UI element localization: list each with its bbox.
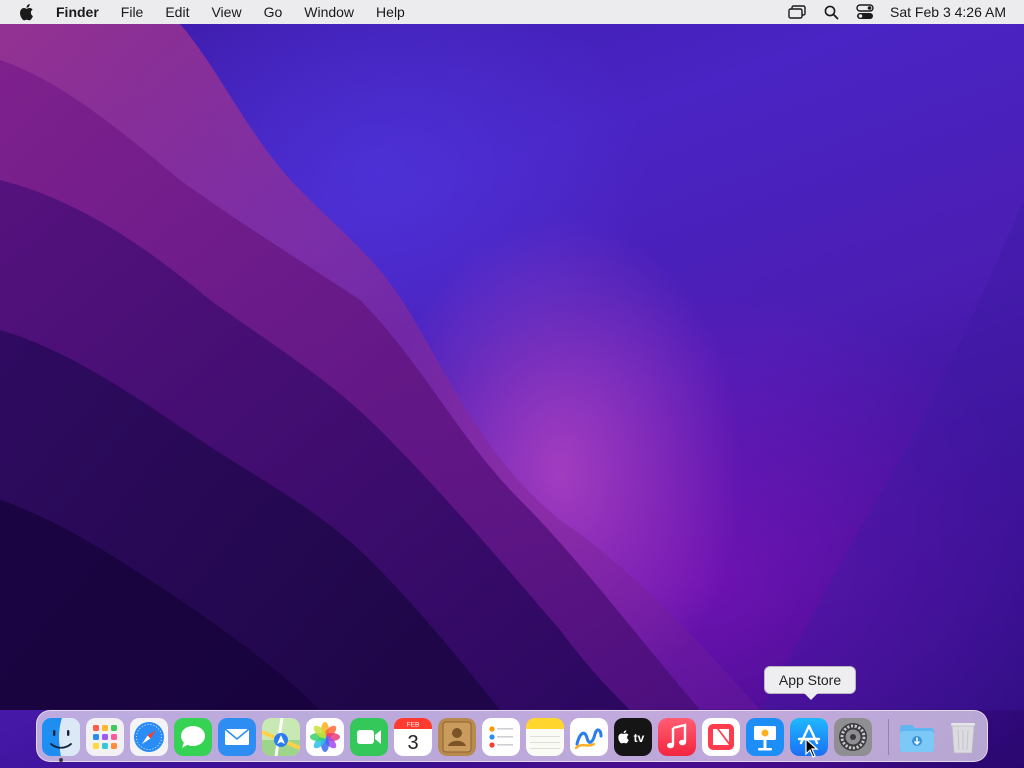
trash-icon[interactable] bbox=[944, 718, 982, 756]
control-center-icon[interactable] bbox=[848, 0, 882, 24]
menu-bar: Finder File Edit View Go Window Help Sat… bbox=[0, 0, 1024, 24]
desktop-wallpaper bbox=[0, 0, 1024, 768]
messages-icon[interactable] bbox=[174, 718, 212, 756]
reminders-icon[interactable] bbox=[482, 718, 520, 756]
notes-icon[interactable] bbox=[526, 718, 564, 756]
apple-tv-label: tv bbox=[634, 731, 645, 745]
apple-tv-icon[interactable]: tv bbox=[614, 718, 652, 756]
news-icon[interactable] bbox=[702, 718, 740, 756]
photos-icon[interactable] bbox=[306, 718, 344, 756]
facetime-icon[interactable] bbox=[350, 718, 388, 756]
calendar-month-label: FEB bbox=[407, 722, 420, 729]
contacts-icon[interactable] bbox=[438, 718, 476, 756]
status-area: Sat Feb 3 4:26 AM bbox=[780, 0, 1024, 24]
menubar-clock[interactable]: Sat Feb 3 4:26 AM bbox=[882, 4, 1024, 20]
menu-app-name[interactable]: Finder bbox=[54, 0, 110, 24]
music-icon[interactable] bbox=[658, 718, 696, 756]
system-settings-icon[interactable] bbox=[834, 718, 872, 756]
menu-view[interactable]: View bbox=[200, 0, 252, 24]
menu-help[interactable]: Help bbox=[365, 0, 416, 24]
spotlight-search-icon[interactable] bbox=[814, 0, 848, 24]
menu-file[interactable]: File bbox=[110, 0, 155, 24]
safari-icon[interactable] bbox=[130, 718, 168, 756]
mail-icon[interactable] bbox=[218, 718, 256, 756]
dock: FEB 3 tv bbox=[36, 710, 988, 762]
screen-mirroring-icon[interactable] bbox=[780, 0, 814, 24]
dock-tooltip: App Store bbox=[764, 666, 856, 694]
downloads-folder-icon[interactable] bbox=[898, 718, 936, 756]
calendar-icon[interactable]: FEB 3 bbox=[394, 718, 432, 756]
tooltip-arrow bbox=[804, 693, 818, 700]
menu-window[interactable]: Window bbox=[293, 0, 365, 24]
freeform-icon[interactable] bbox=[570, 718, 608, 756]
menu-edit[interactable]: Edit bbox=[154, 0, 200, 24]
calendar-day-label: 3 bbox=[407, 732, 418, 754]
finder-icon[interactable] bbox=[42, 718, 80, 756]
apple-menu-icon[interactable] bbox=[17, 2, 37, 22]
launchpad-icon[interactable] bbox=[86, 718, 124, 756]
finder-running-indicator bbox=[59, 758, 63, 762]
keynote-icon[interactable] bbox=[746, 718, 784, 756]
dock-separator bbox=[888, 719, 889, 755]
menu-go[interactable]: Go bbox=[253, 0, 294, 24]
mouse-pointer-icon bbox=[805, 737, 819, 758]
maps-icon[interactable] bbox=[262, 718, 300, 756]
